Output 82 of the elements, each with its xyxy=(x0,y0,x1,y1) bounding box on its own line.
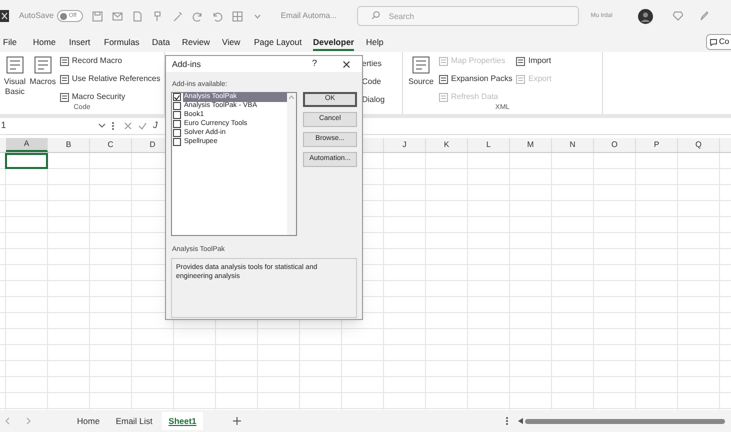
avatar-icon[interactable] xyxy=(638,8,654,24)
scrollbar[interactable] xyxy=(287,92,296,234)
column-header[interactable]: M xyxy=(510,138,552,152)
scroll-up-icon[interactable] xyxy=(289,94,294,98)
column-header[interactable]: K xyxy=(426,138,468,152)
column-header[interactable]: B xyxy=(48,138,90,152)
toolbar-icon xyxy=(516,56,526,66)
sheet-tab[interactable]: Sheet1 xyxy=(162,412,204,430)
redo-icon[interactable] xyxy=(192,10,203,22)
ribbon-icon xyxy=(32,55,53,75)
check-icon xyxy=(174,94,180,100)
toolbar-icon xyxy=(439,92,448,102)
function-label[interactable]: J xyxy=(153,119,158,133)
brush-icon[interactable] xyxy=(152,10,163,22)
toolbar-icon xyxy=(60,56,69,66)
ribbon-icon xyxy=(4,55,25,75)
close-icon[interactable] xyxy=(343,60,350,68)
ribbon-button[interactable]: Record Macro xyxy=(60,55,160,67)
check-icon[interactable] xyxy=(138,122,147,130)
menu-tab[interactable]: Page Layout xyxy=(254,36,302,51)
toolbar-icon xyxy=(439,74,448,84)
undo-icon[interactable] xyxy=(212,10,223,22)
checkbox[interactable] xyxy=(173,138,181,146)
ribbon-button[interactable]: Expansion Packs xyxy=(439,73,512,85)
column-header[interactable]: A xyxy=(6,138,48,152)
menu-tab[interactable]: Review xyxy=(182,36,210,51)
column-header[interactable]: C xyxy=(90,138,132,152)
chevron-down-icon[interactable] xyxy=(98,123,106,129)
comment-icon xyxy=(710,38,717,46)
toolbar-icon xyxy=(439,56,448,66)
ribbon-button[interactable]: erties xyxy=(362,58,402,70)
column-header[interactable]: N xyxy=(552,138,594,152)
pen-icon[interactable] xyxy=(700,11,708,21)
toolbar-icon xyxy=(60,92,69,102)
checkbox[interactable] xyxy=(173,129,181,137)
mail-icon[interactable] xyxy=(112,10,123,22)
name-box[interactable]: 1 xyxy=(1,119,6,133)
diamond-icon[interactable] xyxy=(673,11,684,21)
menu-tab[interactable]: View xyxy=(222,36,240,51)
selected-cell[interactable] xyxy=(5,153,48,169)
help-button[interactable]: ? xyxy=(312,57,317,71)
grid-icon[interactable] xyxy=(232,10,243,22)
app-logo-icon xyxy=(0,10,9,22)
column-header[interactable]: L xyxy=(468,138,510,152)
ribbon-button[interactable]: Macro Security xyxy=(60,91,160,103)
wand-icon[interactable] xyxy=(172,10,183,22)
column-header[interactable]: Q xyxy=(678,138,720,152)
chevron-left-icon[interactable] xyxy=(4,417,10,425)
menu-tab[interactable]: Data xyxy=(152,36,170,51)
more-icon[interactable] xyxy=(506,417,508,425)
comments-button[interactable]: Co xyxy=(706,34,731,50)
menu-tab[interactable]: Home xyxy=(33,36,56,51)
ribbon-icon xyxy=(411,55,431,75)
column-header[interactable]: J xyxy=(384,138,426,152)
sheet-tab[interactable]: Email List xyxy=(108,412,160,430)
checkbox[interactable] xyxy=(173,120,181,128)
ribbon-button[interactable]: Import xyxy=(516,55,552,67)
toolbar-icon xyxy=(60,74,69,84)
search-icon xyxy=(370,11,380,20)
column-header[interactable]: O xyxy=(594,138,636,152)
checkbox[interactable] xyxy=(173,102,181,110)
scrollbar-thumb[interactable] xyxy=(525,418,726,424)
search-field[interactable]: Search xyxy=(356,6,579,26)
add-sheet-icon[interactable] xyxy=(233,417,242,425)
column-header[interactable]: P xyxy=(636,138,678,152)
autosave-label: AutoSave xyxy=(19,10,54,22)
chevron-right-icon[interactable] xyxy=(26,417,32,425)
dialog-title: Add-ins xyxy=(172,58,202,70)
menu-tab[interactable]: Help xyxy=(366,36,384,51)
document-icon[interactable] xyxy=(132,10,143,22)
menu-tab[interactable]: Insert xyxy=(69,36,90,51)
menu-tab[interactable]: Formulas xyxy=(104,36,140,51)
checkbox[interactable] xyxy=(173,93,181,101)
ribbon-button[interactable]: Visual Basic xyxy=(4,55,26,103)
checkbox[interactable] xyxy=(173,111,181,119)
ribbon-button[interactable]: Macros xyxy=(30,55,56,103)
sheet-tab[interactable]: Home xyxy=(70,412,107,430)
save-icon[interactable] xyxy=(92,10,103,22)
menu-tab[interactable]: File xyxy=(3,36,17,51)
ribbon-button[interactable]: Use Relative References xyxy=(60,73,160,85)
toolbar-icon xyxy=(516,74,526,84)
ribbon-button[interactable]: Source xyxy=(407,55,435,103)
